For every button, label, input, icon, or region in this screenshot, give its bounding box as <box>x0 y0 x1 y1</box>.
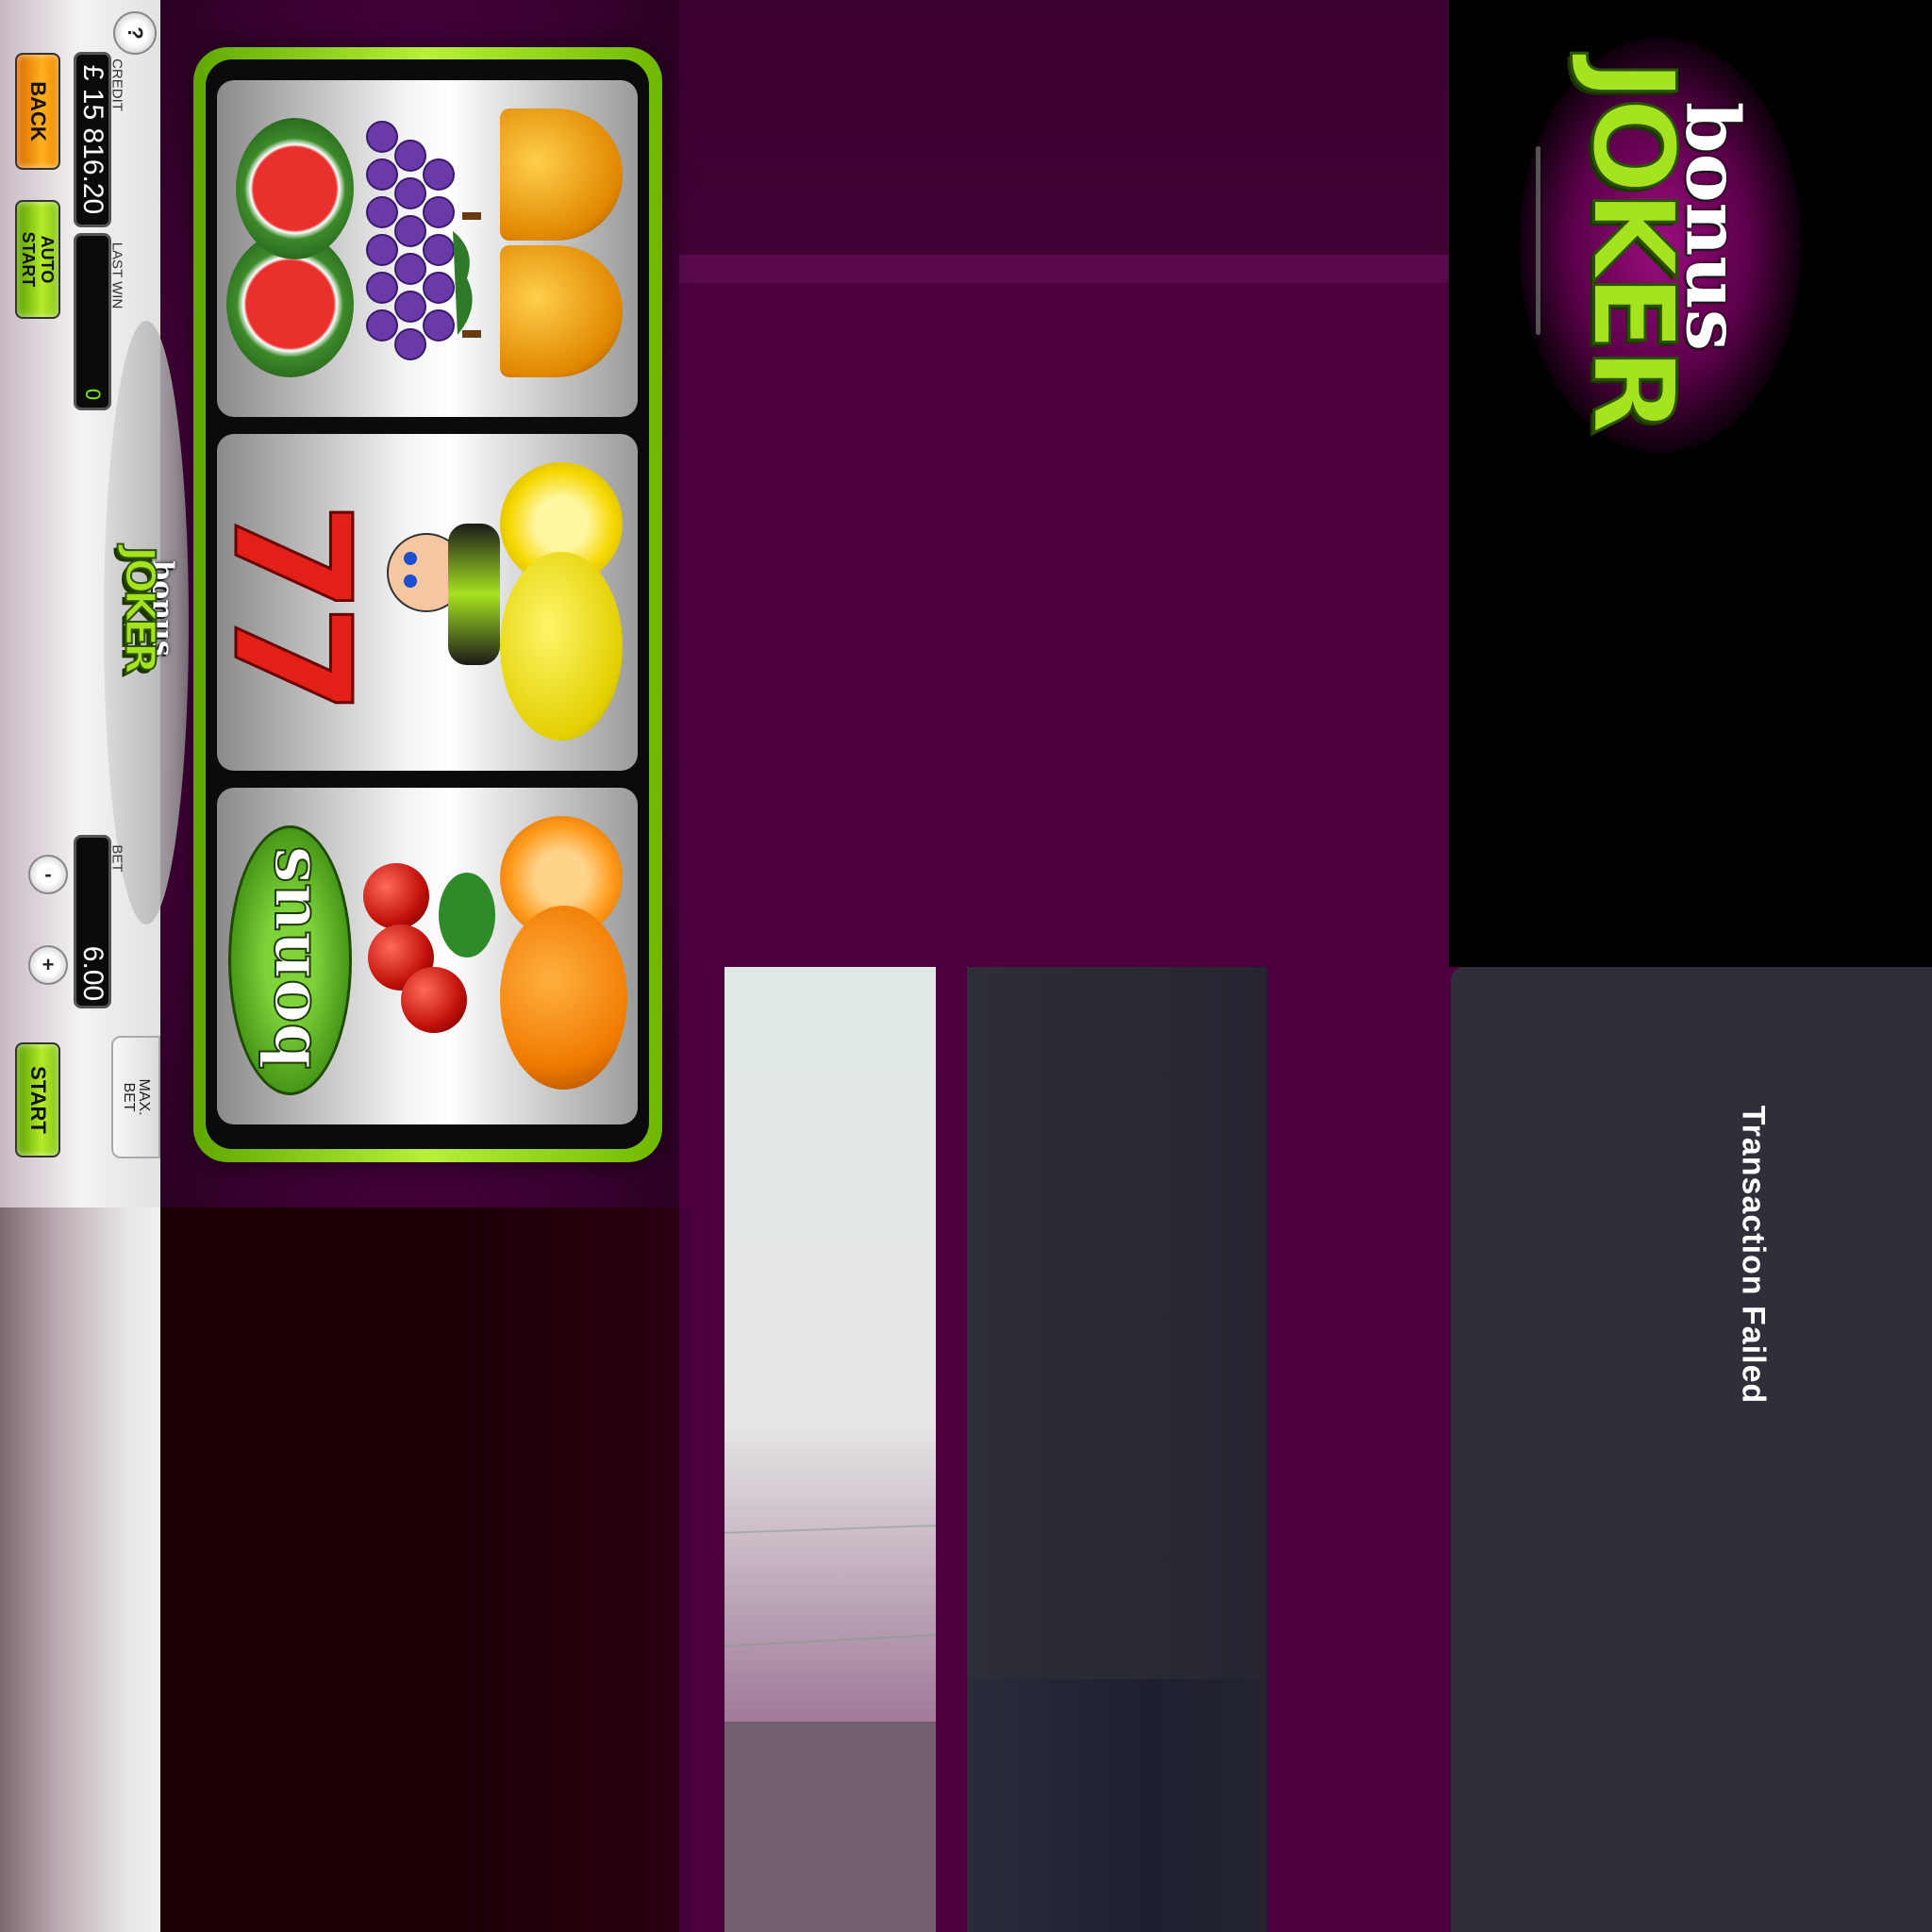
last-win-display: 0 <box>74 233 111 410</box>
reel-1 <box>217 80 638 417</box>
panel-logo-joker: JOKER <box>115 545 165 672</box>
bet-display: 6.00 <box>74 835 111 1008</box>
loading-bar <box>1536 146 1541 335</box>
last-win-value: 0 <box>81 388 105 401</box>
error-dialog <box>1451 967 1932 1932</box>
cherry-icon <box>358 854 500 1061</box>
bet-decrease-button[interactable]: - <box>28 855 68 894</box>
auto-start-button[interactable]: AUTO START <box>15 200 60 319</box>
background-top <box>679 0 1448 283</box>
reel-background-bottom <box>160 1208 679 1932</box>
bonus-symbol-text: bonus <box>247 845 327 1071</box>
background-stripe <box>679 255 1448 283</box>
plus-icon: + <box>42 953 55 976</box>
bet-label: BET <box>108 844 125 873</box>
bet-value: 6.00 <box>77 945 108 1002</box>
joker-icon <box>358 514 500 703</box>
help-icon: ? <box>124 26 147 40</box>
help-button[interactable]: ? <box>113 11 157 55</box>
decorative-panel-light <box>724 967 936 1722</box>
back-button[interactable]: BACK <box>15 53 60 170</box>
minus-icon: - <box>44 862 52 886</box>
seven-icon: 77 <box>217 472 386 736</box>
error-message: Transaction Failed <box>1735 1105 1772 1405</box>
credit-label: CREDIT <box>108 58 125 111</box>
decorative-panel-light-bottom <box>724 1722 936 1932</box>
control-panel-lower <box>0 1208 160 1932</box>
start-button-label: START <box>26 1066 50 1134</box>
last-win-label: LAST WIN <box>108 242 125 309</box>
divider-strip <box>679 1208 693 1932</box>
grapes-icon <box>363 118 486 382</box>
bell-icon <box>500 108 627 382</box>
auto-start-label: AUTO START <box>19 231 57 288</box>
bonus-icon: bonus <box>228 825 352 1095</box>
reel-3: bonus <box>217 788 638 1124</box>
lemon-icon <box>500 462 627 741</box>
bet-increase-button[interactable]: + <box>28 945 68 985</box>
credit-value: £ 15 816.20 <box>77 64 108 215</box>
max-bet-button[interactable]: MAX. BET <box>111 1036 160 1158</box>
credit-display: £ 15 816.20 <box>74 52 111 227</box>
back-button-label: BACK <box>26 81 50 142</box>
start-button[interactable]: START <box>15 1042 60 1158</box>
decorative-panel-dark-bottom <box>967 1679 1267 1932</box>
watermelon-icon <box>226 118 354 377</box>
orange-icon <box>500 816 627 1094</box>
panel-logo: bonus JOKER <box>113 509 189 698</box>
reel-2: 77 <box>217 434 638 771</box>
logo-joker-text: JOKER <box>1565 58 1699 432</box>
max-bet-label: MAX. BET <box>121 1078 152 1116</box>
